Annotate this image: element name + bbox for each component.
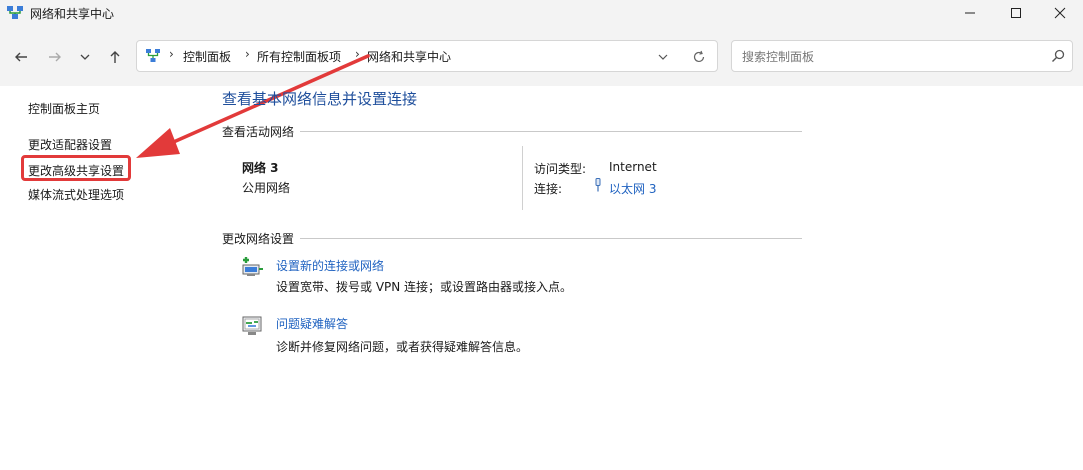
annotation-arrow xyxy=(136,54,370,158)
network-name: 网络 3 xyxy=(242,161,279,175)
section-header-active-networks: 查看活动网络 xyxy=(222,125,295,139)
section-divider xyxy=(300,131,802,132)
section-divider xyxy=(300,238,802,239)
task-description-troubleshoot: 诊断并修复网络问题，或者获得疑难解答信息。 xyxy=(276,340,529,354)
page-title: 查看基本网络信息并设置连接 xyxy=(222,90,418,108)
task-link-troubleshoot[interactable]: 问题疑难解答 xyxy=(276,315,348,332)
access-type-label: 访问类型: xyxy=(534,162,587,176)
ethernet-icon xyxy=(595,178,601,192)
task-link-setup-connection[interactable]: 设置新的连接或网络 xyxy=(276,257,384,274)
task-description-setup-connection: 设置宽带、拨号或 VPN 连接；或设置路由器或接入点。 xyxy=(276,280,573,294)
troubleshoot-icon xyxy=(242,316,262,335)
vertical-divider xyxy=(522,146,523,210)
section-header-change-settings: 更改网络设置 xyxy=(222,232,295,246)
new-connection-icon xyxy=(242,257,263,276)
connection-link-ethernet[interactable]: 以太网 3 xyxy=(609,180,656,197)
network-type: 公用网络 xyxy=(242,181,291,195)
connection-label: 连接: xyxy=(534,182,563,196)
access-type-value: Internet xyxy=(609,160,657,174)
